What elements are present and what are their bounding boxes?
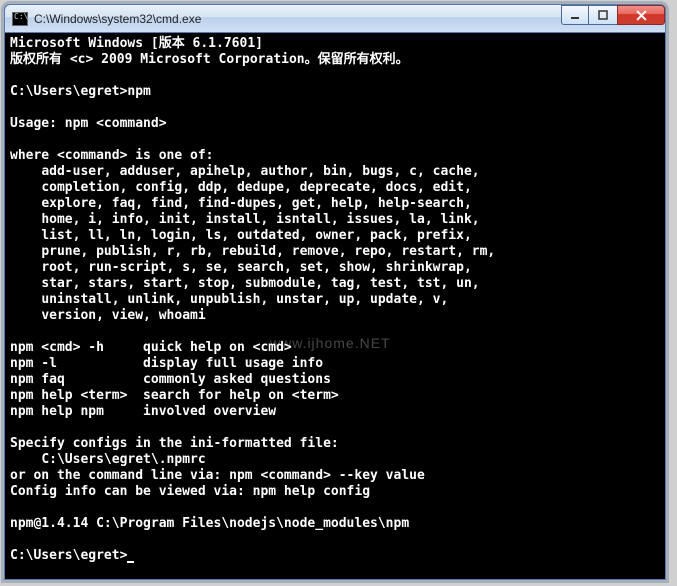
cursor bbox=[127, 561, 134, 563]
help-line: npm help npm involved overview bbox=[10, 404, 276, 419]
help-line: npm -l display full usage info bbox=[10, 356, 323, 371]
prompt-line: C:\Users\egret> bbox=[10, 548, 127, 563]
cmd-icon: C:\ bbox=[12, 12, 28, 26]
window-controls bbox=[562, 5, 665, 25]
titlebar[interactable]: C:\ C:\Windows\system32\cmd.exe bbox=[5, 5, 665, 33]
config-line: or on the command line via: npm <command… bbox=[10, 468, 425, 483]
usage-line: Usage: npm <command> bbox=[10, 116, 167, 131]
config-line: Specify configs in the ini-formatted fil… bbox=[10, 436, 339, 451]
commands-list: add-user, adduser, apihelp, author, bin,… bbox=[10, 164, 495, 323]
close-button[interactable] bbox=[617, 5, 665, 25]
config-line: Config info can be viewed via: npm help … bbox=[10, 484, 370, 499]
help-line: npm help <term> search for help on <term… bbox=[10, 388, 339, 403]
minimize-button[interactable] bbox=[561, 5, 589, 25]
help-line: npm faq commonly asked questions bbox=[10, 372, 331, 387]
header-line: Microsoft Windows [版本 6.1.7601] bbox=[10, 36, 263, 51]
cmd-window: C:\ C:\Windows\system32\cmd.exe Microsof… bbox=[4, 4, 666, 580]
where-header: where <command> is one of: bbox=[10, 148, 214, 163]
maximize-button[interactable] bbox=[588, 5, 618, 25]
version-line: npm@1.4.14 C:\Program Files\nodejs\node_… bbox=[10, 516, 409, 531]
config-path: C:\Users\egret\.npmrc bbox=[10, 452, 206, 467]
help-line: npm <cmd> -h quick help on <cmd> bbox=[10, 340, 292, 355]
window-title: C:\Windows\system32\cmd.exe bbox=[34, 12, 201, 26]
copyright-line: 版权所有 <c> 2009 Microsoft Corporation。保留所有… bbox=[10, 52, 409, 67]
prompt-line: C:\Users\egret>npm bbox=[10, 84, 151, 99]
terminal-output[interactable]: Microsoft Windows [版本 6.1.7601] 版权所有 <c>… bbox=[5, 33, 665, 579]
